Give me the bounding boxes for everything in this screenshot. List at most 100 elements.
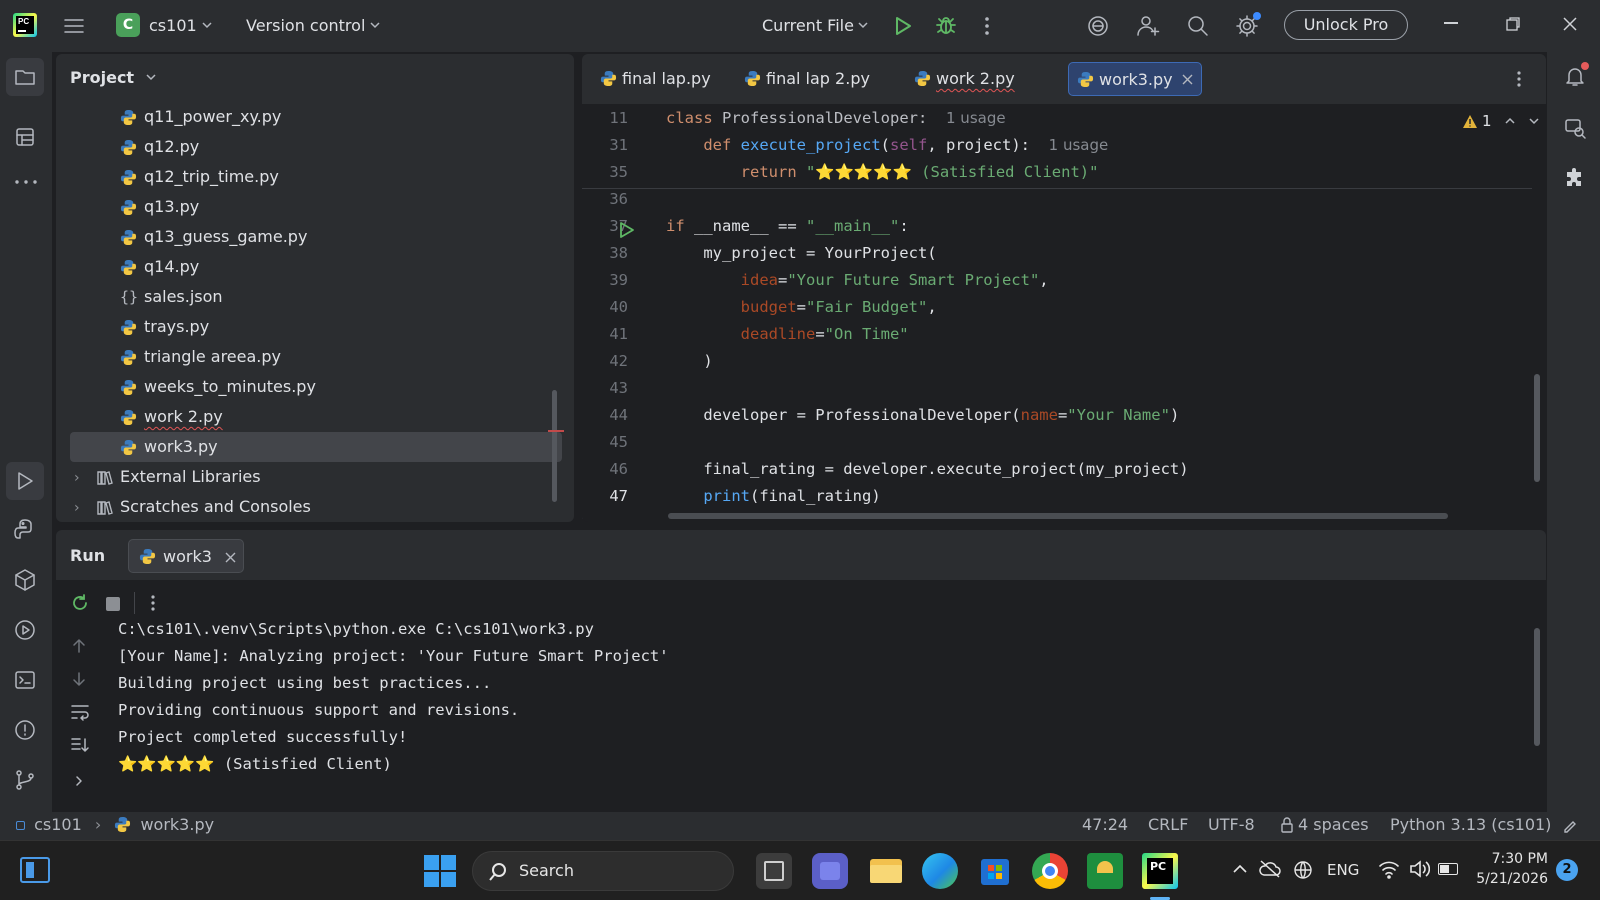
pycharm-logo-icon[interactable]: PC: [13, 13, 37, 37]
microsoft-store-icon[interactable]: [977, 853, 1013, 889]
file-encoding[interactable]: UTF-8: [1208, 815, 1255, 834]
project-scrollbar[interactable]: [552, 390, 557, 502]
code-line[interactable]: 40 budget="Fair Budget",: [582, 294, 1546, 321]
more-tools-icon[interactable]: [14, 178, 38, 186]
rerun-icon[interactable]: [70, 593, 90, 613]
pycharm-taskbar-icon[interactable]: PC: [1142, 853, 1178, 889]
inspection-widget[interactable]: 1: [1462, 112, 1542, 132]
tab-options-icon[interactable]: [1514, 70, 1524, 88]
restore-window-icon[interactable]: [1505, 16, 1521, 32]
edge-browser-icon[interactable]: [922, 853, 958, 889]
wifi-icon[interactable]: [1378, 859, 1400, 879]
scroll-up-icon[interactable]: [70, 637, 88, 655]
tab-final-lap[interactable]: final lap.py: [592, 62, 711, 96]
folder-app-icon[interactable]: [868, 853, 904, 889]
code-line[interactable]: 31 def execute_project(self, project): 1…: [582, 132, 1546, 159]
code-line[interactable]: 35 return "⭐⭐⭐⭐⭐ (Satisfied Client)": [582, 159, 1546, 186]
run-options-icon[interactable]: [148, 594, 158, 612]
run-tool-icon[interactable]: [6, 462, 44, 500]
project-widget[interactable]: C cs101: [116, 13, 226, 39]
structure-icon[interactable]: [14, 126, 36, 148]
breadcrumb-project[interactable]: cs101: [34, 815, 82, 834]
previous-highlight-icon[interactable]: [1504, 115, 1516, 127]
scroll-to-end-icon[interactable]: [70, 736, 90, 754]
code-area[interactable]: 11 class ProfessionalDeveloper: 1 usage 31…: [582, 105, 1546, 517]
tree-item-file[interactable]: work3.py: [70, 432, 562, 462]
settings-gear-icon[interactable]: [1234, 12, 1261, 39]
problems-icon[interactable]: [13, 718, 37, 742]
tab-final-lap-2[interactable]: final lap 2.py: [736, 62, 870, 96]
caret-position[interactable]: 47:24: [1082, 815, 1128, 834]
classroom-app-icon[interactable]: [1087, 853, 1123, 889]
taskbar-search-box[interactable]: Search: [472, 851, 734, 891]
tree-item-file[interactable]: weeks_to_minutes.py: [56, 372, 574, 402]
editor-vertical-scrollbar[interactable]: [1534, 374, 1540, 482]
code-line[interactable]: 36: [582, 186, 1546, 213]
file-explorer-app-icon[interactable]: [756, 853, 792, 889]
minimize-window-icon[interactable]: [1444, 22, 1458, 24]
search-icon[interactable]: [1185, 13, 1211, 39]
more-actions-icon[interactable]: [978, 14, 996, 38]
chevron-right-icon[interactable]: ›: [74, 493, 80, 520]
plugin-puzzle-icon[interactable]: [1563, 164, 1587, 188]
teams-app-icon[interactable]: [812, 853, 848, 889]
code-line[interactable]: 39 idea="Your Future Smart Project",: [582, 267, 1546, 294]
stop-icon[interactable]: [106, 597, 120, 611]
python-interpreter[interactable]: Python 3.13 (cs101): [1390, 815, 1551, 834]
tree-item-file[interactable]: q13_guess_game.py: [56, 222, 574, 252]
main-menu-icon[interactable]: [62, 14, 86, 38]
chevron-up-icon[interactable]: [1232, 863, 1248, 875]
close-window-icon[interactable]: [1562, 16, 1578, 32]
network-globe-icon[interactable]: [1292, 859, 1314, 881]
gutter-run-icon[interactable]: [618, 220, 636, 240]
chrome-browser-icon[interactable]: [1032, 853, 1068, 889]
code-line[interactable]: 37 if __name__ == "__main__":: [582, 213, 1546, 240]
code-line[interactable]: 11 class ProfessionalDeveloper: 1 usage: [582, 105, 1546, 132]
start-windows-icon[interactable]: [424, 855, 456, 887]
code-line[interactable]: 41 deadline="On Time": [582, 321, 1546, 348]
scroll-down-icon[interactable]: [70, 670, 88, 688]
code-line[interactable]: 42 ): [582, 348, 1546, 375]
code-line[interactable]: 46 final_rating = developer.execute_proj…: [582, 456, 1546, 483]
next-highlight-icon[interactable]: [1528, 115, 1540, 127]
tree-item-file[interactable]: q12.py: [56, 132, 574, 162]
run-config-selector[interactable]: Current File: [762, 16, 872, 38]
tree-item-file[interactable]: {} sales.json: [56, 282, 574, 312]
clock-time[interactable]: 7:30 PM: [1488, 851, 1548, 867]
project-folder-icon[interactable]: [6, 58, 44, 96]
input-language[interactable]: ENG: [1327, 861, 1359, 879]
unlock-pro-button[interactable]: Unlock Pro: [1284, 10, 1408, 40]
ai-chat-icon[interactable]: [1563, 116, 1587, 140]
soft-wrap-icon[interactable]: [70, 703, 90, 721]
terminal-icon[interactable]: [13, 668, 37, 692]
tree-item-file[interactable]: work 2.py: [56, 402, 574, 432]
services-icon[interactable]: [13, 618, 37, 642]
debug-bug-icon[interactable]: [934, 13, 958, 37]
onedrive-off-icon[interactable]: [1258, 859, 1282, 879]
console-scrollbar[interactable]: [1534, 628, 1540, 746]
breadcrumb[interactable]: cs101 › work3.py: [16, 815, 214, 837]
code-line[interactable]: 43: [582, 375, 1546, 402]
notification-badge[interactable]: 2: [1556, 859, 1578, 881]
clock-date[interactable]: 5/21/2026: [1468, 871, 1548, 887]
notifications-bell-icon[interactable]: [1563, 62, 1589, 88]
close-tab-icon[interactable]: [1182, 74, 1193, 85]
expand-more-icon[interactable]: [72, 774, 86, 788]
tab-work3[interactable]: work3.py: [1068, 62, 1202, 96]
tree-item-file[interactable]: trays.py: [56, 312, 574, 342]
tree-item-scratches-and-consoles[interactable]: › Scratches and Consoles: [56, 492, 574, 520]
run-button[interactable]: [892, 14, 914, 38]
add-user-icon[interactable]: [1135, 13, 1161, 39]
git-branch-icon[interactable]: [13, 768, 37, 792]
read-only-toggle-icon[interactable]: [1562, 817, 1578, 833]
python-console-icon[interactable]: [13, 518, 37, 542]
volume-icon[interactable]: [1408, 859, 1430, 879]
code-line[interactable]: 38 my_project = YourProject(: [582, 240, 1546, 267]
project-view-selector[interactable]: Project: [70, 68, 170, 92]
tree-item-external-libraries[interactable]: › External Libraries: [56, 462, 574, 492]
close-tab-icon[interactable]: [225, 552, 236, 563]
chevron-right-icon[interactable]: ›: [74, 463, 80, 493]
ai-assistant-icon[interactable]: [1085, 13, 1111, 39]
tree-item-file[interactable]: q14.py: [56, 252, 574, 282]
code-line[interactable]: 47 print(final_rating): [582, 483, 1546, 510]
